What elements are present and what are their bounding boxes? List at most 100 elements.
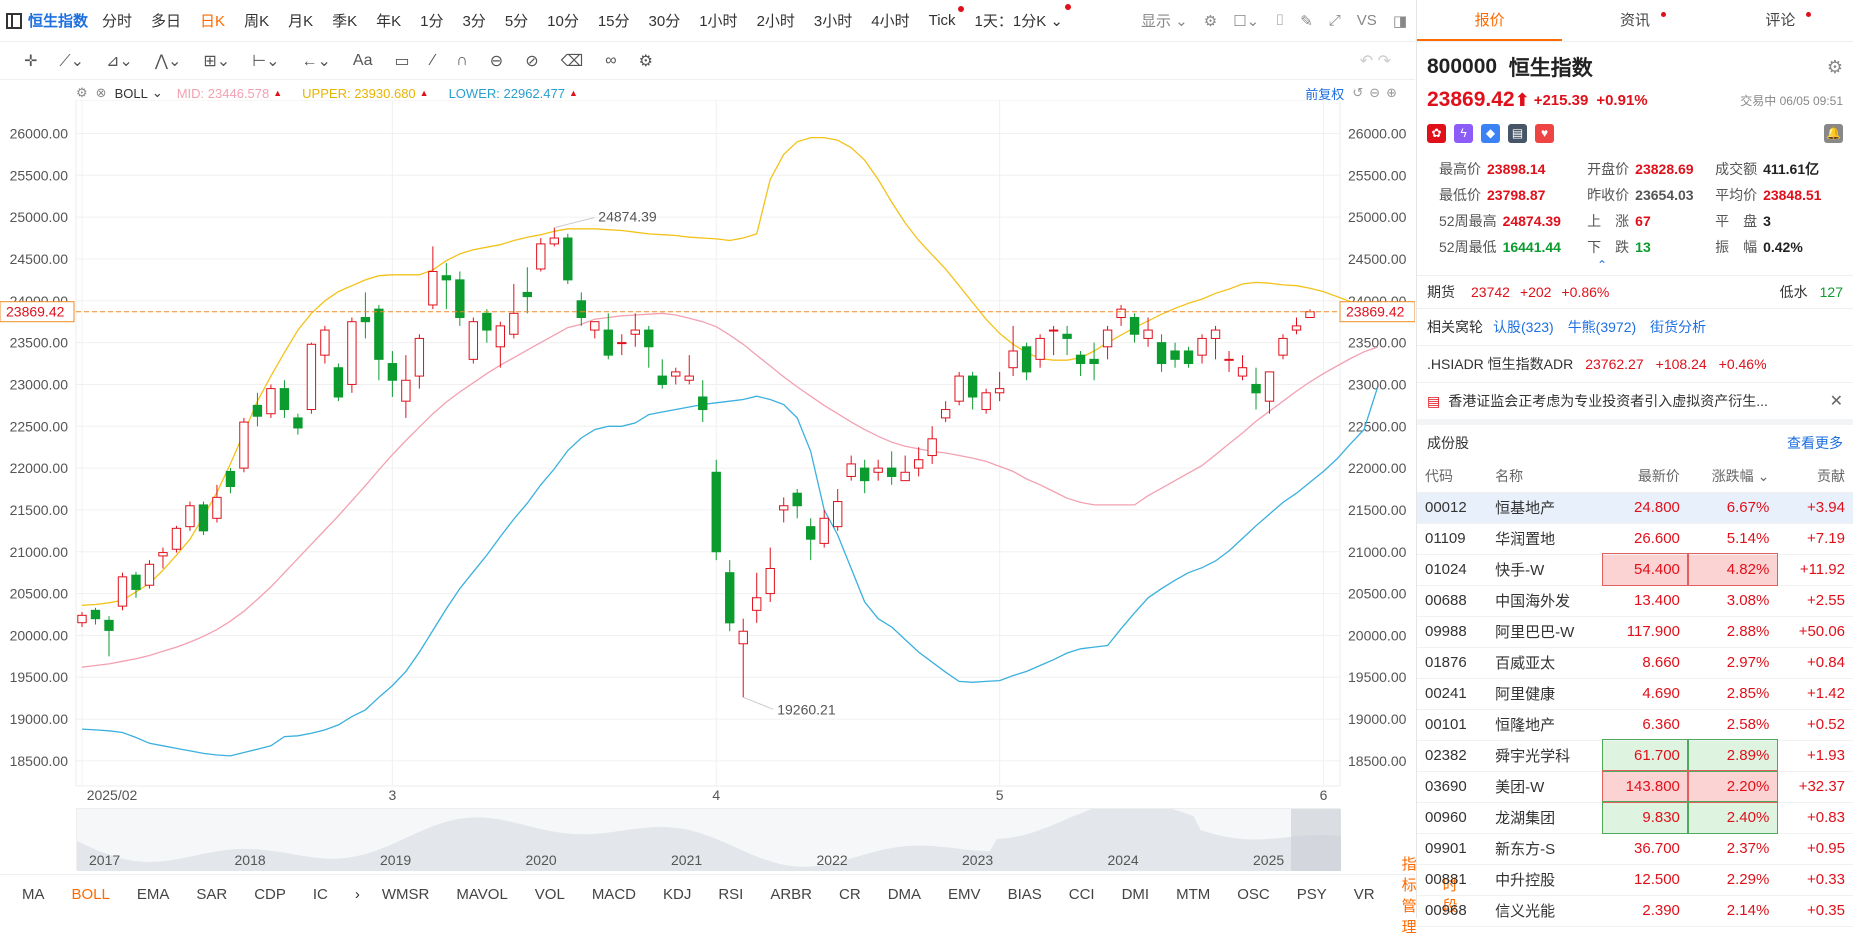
indicator-tab-cdp[interactable]: CDP	[254, 886, 286, 903]
pen-icon[interactable]: ✎	[1300, 12, 1313, 30]
undo-redo-icon[interactable]: ↶ ↷	[1360, 51, 1391, 71]
panel-toggle-icon[interactable]: ◨	[1393, 12, 1407, 30]
navigator-selection[interactable]	[1291, 809, 1341, 871]
brush-icon[interactable]: ∕	[432, 52, 435, 70]
column-header-2[interactable]: 最新价	[1602, 461, 1688, 493]
column-header-4[interactable]: 贡献	[1777, 461, 1853, 493]
period-tab-15[interactable]: 3小时	[814, 10, 852, 31]
indicator-tab-vol[interactable]: VOL	[535, 886, 565, 903]
note-tool-icon[interactable]: ▭	[395, 51, 410, 71]
text-tool-icon[interactable]: Aa	[353, 52, 373, 70]
table-row[interactable]: 03690 美团-W 143.800 2.20% +32.37	[1417, 770, 1853, 803]
indicator-tab-mtm[interactable]: MTM	[1176, 886, 1210, 903]
table-row[interactable]: 01024 快手-W 54.400 4.82% +11.92	[1417, 553, 1853, 586]
indicator-tab-psy[interactable]: PSY	[1297, 886, 1327, 903]
table-row[interactable]: 00012 恒基地产 24.800 6.67% +3.94	[1417, 492, 1853, 524]
doc-icon[interactable]: ▤	[1508, 124, 1527, 143]
indicator-tab-wmsr[interactable]: WMSR	[382, 886, 430, 903]
futures-row[interactable]: 期货 23742 +202 +0.86% 低水 127	[1417, 275, 1853, 308]
period-tab-10[interactable]: 10分	[547, 10, 579, 31]
period-tab-7[interactable]: 1分	[420, 10, 443, 31]
sidebar-toggle-icon[interactable]	[6, 12, 22, 29]
indicator-tab-dmi[interactable]: DMI	[1122, 886, 1150, 903]
indicator-close-icon[interactable]: ⊗	[96, 85, 107, 101]
indicator-tab-boll[interactable]: BOLL	[72, 886, 110, 903]
table-row[interactable]: 09988 阿里巴巴-W 117.900 2.88% +50.06	[1417, 616, 1853, 648]
indicator-tab-cci[interactable]: CCI	[1069, 886, 1095, 903]
indicator-tab-mavol[interactable]: MAVOL	[456, 886, 507, 903]
period-tab-9[interactable]: 5分	[505, 10, 528, 31]
news-text[interactable]: 香港证监会正考虑为专业投资者引入虚拟资产衍生...	[1448, 391, 1768, 411]
tag-icon[interactable]: ◆	[1481, 124, 1500, 143]
line-tool-icon[interactable]: ⟋⌄	[59, 51, 84, 71]
magnet-icon[interactable]: ∩	[456, 52, 468, 70]
quote-settings-icon[interactable]: ⚙	[1827, 57, 1843, 78]
range-select[interactable]: 1天：1分K ⌄	[975, 4, 1071, 31]
navigator-area[interactable]: 2017 2018 2019 2020 2021 2022 2023 2024 2025	[77, 801, 1341, 871]
hk-flag-icon[interactable]: ✿	[1427, 124, 1446, 143]
chart-controls-icon[interactable]: ↺⊖⊕	[1352, 85, 1403, 101]
period-tab-2[interactable]: 日K	[200, 10, 225, 31]
table-row[interactable]: 01109 华润置地 26.600 5.14% +7.19	[1417, 523, 1853, 555]
wave-tool-icon[interactable]: ⋀⌄	[155, 51, 182, 71]
table-row[interactable]: 09901 新东方-S 36.700 2.37% +0.95	[1417, 833, 1853, 865]
table-row[interactable]: 01876 百威亚太 8.660 2.97% +0.84	[1417, 647, 1853, 679]
compare-icon[interactable]: VS	[1357, 12, 1377, 29]
indicator-tab-bias[interactable]: BIAS	[1008, 886, 1042, 903]
indicator-settings-icon[interactable]: ⚙	[76, 85, 88, 101]
indicator-tab-arbr[interactable]: ARBR	[770, 886, 812, 903]
arrow-tool-icon[interactable]: ←⌄	[302, 51, 331, 71]
period-tab-12[interactable]: 30分	[649, 10, 681, 31]
indicator-tab-sar[interactable]: SAR	[196, 886, 227, 903]
table-row[interactable]: 00968 信义光能 2.390 2.14% +0.35	[1417, 895, 1853, 927]
tab-comments[interactable]: 评论	[1708, 0, 1853, 41]
indicator-tab-dma[interactable]: DMA	[888, 886, 921, 903]
indicator-tab-cr[interactable]: CR	[839, 886, 861, 903]
indicator-tab-ema[interactable]: EMA	[137, 886, 170, 903]
table-row[interactable]: 00101 恒隆地产 6.360 2.58% +0.52	[1417, 709, 1853, 741]
indicator-tab-macd[interactable]: MACD	[592, 886, 636, 903]
period-tab-6[interactable]: 年K	[376, 10, 401, 31]
measure-tool-icon[interactable]: ⊢⌄	[252, 51, 279, 71]
table-row[interactable]: 02382 舜宇光学科 61.700 2.89% +1.93	[1417, 739, 1853, 772]
period-tab-0[interactable]: 分时	[102, 10, 132, 31]
symbol-name[interactable]: 恒生指数	[28, 10, 88, 31]
indicator-manage-button[interactable]: 指标管理	[1402, 853, 1417, 937]
adr-row[interactable]: .HSIADR 恒生指数ADR 23762.27 +108.24 +0.46%	[1417, 345, 1853, 382]
period-tab-13[interactable]: 1小时	[699, 10, 737, 31]
tab-news[interactable]: 资讯	[1562, 0, 1707, 41]
period-tab-16[interactable]: 4小时	[871, 10, 909, 31]
camera-icon[interactable]: ⌷	[1275, 12, 1284, 29]
table-row[interactable]: 00881 中升控股 12.500 2.29% +0.33	[1417, 864, 1853, 896]
favorite-icon[interactable]: ♥	[1535, 124, 1554, 143]
period-tab-17[interactable]: Tick	[929, 6, 964, 29]
table-row[interactable]: 00960 龙湖集团 9.830 2.40% +0.83	[1417, 801, 1853, 834]
settings-icon[interactable]: ⚙	[1204, 12, 1217, 30]
period-tab-11[interactable]: 15分	[598, 10, 630, 31]
period-tab-3[interactable]: 周K	[244, 10, 269, 31]
street-link[interactable]: 街货分析	[1650, 317, 1706, 337]
lock-icon[interactable]: ⊖	[490, 51, 503, 71]
cbbc-link[interactable]: 牛熊(3972)	[1568, 317, 1636, 337]
channel-tool-icon[interactable]: ⊿⌄	[106, 51, 133, 71]
period-tab-5[interactable]: 季K	[332, 10, 357, 31]
alert-bell-icon[interactable]: 🔔	[1824, 124, 1843, 143]
indicator-name[interactable]: BOLL	[115, 86, 148, 101]
period-tab-1[interactable]: 多日	[151, 10, 181, 31]
news-banner[interactable]: ▤ 香港证监会正考虑为专业投资者引入虚拟资产衍生... ✕	[1417, 382, 1853, 425]
table-row[interactable]: 00688 中国海外发 13.400 3.08% +2.55	[1417, 585, 1853, 617]
indicator-tab-ic[interactable]: IC	[313, 886, 328, 903]
see-more-link[interactable]: 查看更多	[1787, 433, 1843, 453]
hide-icon[interactable]: ⊘	[525, 51, 538, 71]
news-close-icon[interactable]: ✕	[1830, 391, 1843, 411]
trash-icon[interactable]: ⌫	[561, 51, 584, 71]
warrant-link[interactable]: 认股(323)	[1493, 317, 1554, 337]
period-tab-4[interactable]: 月K	[288, 10, 313, 31]
tab-quote[interactable]: 报价	[1417, 0, 1563, 41]
crosshair-icon[interactable]: ✛	[24, 51, 37, 71]
fib-tool-icon[interactable]: ⊞⌄	[203, 51, 230, 71]
scroll-right-icon[interactable]: ›	[355, 886, 360, 903]
indicator-tab-ma[interactable]: MA	[22, 886, 45, 903]
indicator-dropdown-icon[interactable]: ⌄	[152, 85, 163, 101]
candlestick-chart[interactable]: 18500.00 18500.00 19000.00 19000.00 19500.00…	[0, 100, 1415, 805]
